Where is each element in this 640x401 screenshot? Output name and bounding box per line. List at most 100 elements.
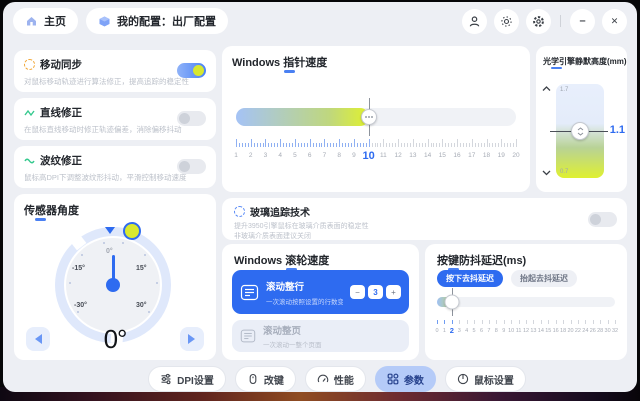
scroll-page-title: 滚动整页 bbox=[263, 326, 302, 337]
theme-button[interactable] bbox=[494, 8, 519, 34]
debounce-handle[interactable] bbox=[444, 294, 460, 310]
gauge-dot bbox=[156, 282, 158, 284]
nav-parameters[interactable]: 参数 bbox=[374, 366, 436, 392]
motion-sync-toggle[interactable] bbox=[177, 63, 206, 78]
line-correction-toggle[interactable] bbox=[177, 111, 206, 126]
ruler-tick bbox=[280, 139, 282, 147]
minimize-button[interactable]: – bbox=[570, 8, 595, 34]
ruler-tick bbox=[444, 320, 446, 324]
dial-label-0: 0° bbox=[106, 248, 113, 255]
app-window: 主页 我的配置：出厂配置 – ✕ 移动同步 对鼠标移动轨迹进行算法修正，提高追踪… bbox=[3, 2, 637, 392]
lod-card: 光学引擎静默高度(mm) 1.7 0.7 1.1 bbox=[536, 46, 627, 192]
sensor-angle-title: 传感器角度 bbox=[24, 202, 79, 221]
gauge-knob[interactable] bbox=[123, 222, 141, 240]
ruler-tick bbox=[283, 143, 285, 147]
ruler-tick bbox=[348, 143, 349, 147]
pointer-speed-slider[interactable] bbox=[236, 98, 516, 136]
ruler-number: 4 bbox=[278, 152, 283, 159]
ruler-tick bbox=[459, 320, 461, 324]
gauge-pivot bbox=[106, 278, 120, 292]
lines-decrease-button[interactable]: − bbox=[350, 285, 365, 299]
lod-handle[interactable] bbox=[571, 122, 589, 140]
chevron-up-icon bbox=[577, 126, 583, 130]
toggle-knob bbox=[179, 113, 190, 124]
ruler-tick bbox=[460, 143, 461, 147]
close-button[interactable]: ✕ bbox=[602, 8, 627, 34]
ruler-tick bbox=[380, 143, 382, 147]
pointer-speed-card: Windows 指针速度 1 2 3 4 5 6 7 8 9 10 11 12 13 14 15 16 17 18… bbox=[222, 46, 530, 192]
lod-title: 光学引擎静默高度(mm) bbox=[543, 57, 627, 69]
brightness-icon bbox=[501, 15, 512, 27]
ruler-tick bbox=[389, 143, 391, 147]
ruler-tick bbox=[409, 143, 411, 147]
ruler-tick bbox=[300, 143, 302, 147]
sliders-icon bbox=[161, 373, 171, 385]
debounce-title: 按键防抖延迟(ms) bbox=[437, 252, 526, 271]
config-button[interactable]: 我的配置：出厂配置 bbox=[86, 8, 228, 34]
ruler-tick bbox=[377, 143, 379, 147]
settings-button[interactable] bbox=[526, 8, 551, 34]
nav-performance[interactable]: 性能 bbox=[304, 366, 366, 392]
nav-label: 性能 bbox=[333, 375, 354, 387]
tab-press-debounce[interactable]: 按下去抖延迟 bbox=[437, 270, 503, 287]
scroll-lines-desc: 一次滚动按照设置的行数变化 bbox=[266, 298, 343, 306]
ruler-number: 9 bbox=[502, 328, 506, 334]
ruler-tick bbox=[253, 143, 255, 147]
sensor-angle-card: 传感器角度 0° -15° 15° -30° 30° 0° bbox=[14, 194, 216, 360]
lod-decrease-button[interactable] bbox=[542, 170, 551, 176]
ruler-tick bbox=[488, 320, 490, 324]
glass-tracking-toggle[interactable] bbox=[588, 212, 617, 227]
account-button[interactable] bbox=[462, 8, 487, 34]
ruler-tick bbox=[324, 139, 326, 147]
rotate-right-button[interactable] bbox=[179, 327, 204, 351]
ruler-tick bbox=[495, 143, 497, 147]
ruler-number: 16 bbox=[453, 152, 461, 159]
ruler-tick bbox=[430, 143, 432, 147]
ruler-tick bbox=[286, 143, 288, 147]
ruler-tick bbox=[333, 143, 335, 147]
tab-release-debounce[interactable]: 抬起去抖延迟 bbox=[511, 270, 577, 287]
line-correction-title: 直线修正 bbox=[40, 107, 82, 119]
ruler-tick bbox=[309, 139, 311, 147]
ruler-tick bbox=[345, 143, 347, 147]
ruler-tick bbox=[315, 143, 317, 147]
ruler-tick bbox=[362, 143, 364, 147]
nav-dpi-settings[interactable]: DPI设置 bbox=[148, 366, 226, 392]
ruler-tick bbox=[350, 143, 352, 147]
pointer-speed-handle[interactable] bbox=[360, 109, 377, 125]
ruler-tick bbox=[471, 139, 473, 147]
ruler-tick bbox=[415, 143, 417, 147]
motion-sync-title: 移动同步 bbox=[40, 59, 82, 71]
gauge-dot bbox=[148, 311, 150, 313]
ruler-number: 9 bbox=[352, 152, 356, 159]
scroll-lines-option[interactable]: 滚动整行 一次滚动按照设置的行数变化 − 3 + bbox=[232, 270, 409, 314]
gauge-dot bbox=[69, 282, 71, 284]
pointer-speed-numbers: 1 2 3 4 5 6 7 8 9 10 11 12 13 14 15 16 17 18 19 20 bbox=[234, 150, 519, 166]
ruler-number: 5 bbox=[472, 328, 476, 334]
ruler-tick bbox=[353, 139, 355, 147]
debounce-slider[interactable] bbox=[437, 288, 615, 316]
glass-tracking-desc-line2: 非玻璃介质表面建议关闭 bbox=[234, 233, 311, 241]
gauge-icon bbox=[317, 374, 329, 383]
ruler-tick bbox=[510, 143, 512, 147]
scroll-page-option[interactable]: 滚动整页 一次滚动一整个页面 bbox=[232, 320, 409, 352]
ruler-tick bbox=[241, 143, 243, 147]
ruler-tick bbox=[570, 320, 572, 324]
ruler-tick bbox=[289, 143, 291, 147]
ruler-tick bbox=[327, 143, 329, 147]
nav-mouse-settings[interactable]: 鼠标设置 bbox=[444, 366, 526, 392]
debounce-card: 按键防抖延迟(ms) 按下去抖延迟 抬起去抖延迟 0 1 2 3 4 5 6 7 8 9 10 11 1… bbox=[425, 244, 627, 360]
home-button[interactable]: 主页 bbox=[13, 8, 78, 34]
wave-icon bbox=[24, 156, 35, 166]
ruler-tick bbox=[292, 143, 293, 147]
chevron-down-icon bbox=[577, 132, 583, 136]
nav-label: DPI设置 bbox=[177, 375, 214, 387]
nav-key-remap[interactable]: 改键 bbox=[234, 366, 296, 392]
ripple-correction-toggle[interactable] bbox=[177, 159, 206, 174]
lod-increase-button[interactable] bbox=[542, 86, 551, 92]
rotate-left-button[interactable] bbox=[26, 327, 50, 351]
ruler-number: 15 bbox=[438, 152, 446, 159]
ruler-tick bbox=[477, 143, 479, 147]
lines-increase-button[interactable]: + bbox=[386, 285, 401, 299]
ripple-correction-title: 波纹修正 bbox=[40, 155, 82, 167]
